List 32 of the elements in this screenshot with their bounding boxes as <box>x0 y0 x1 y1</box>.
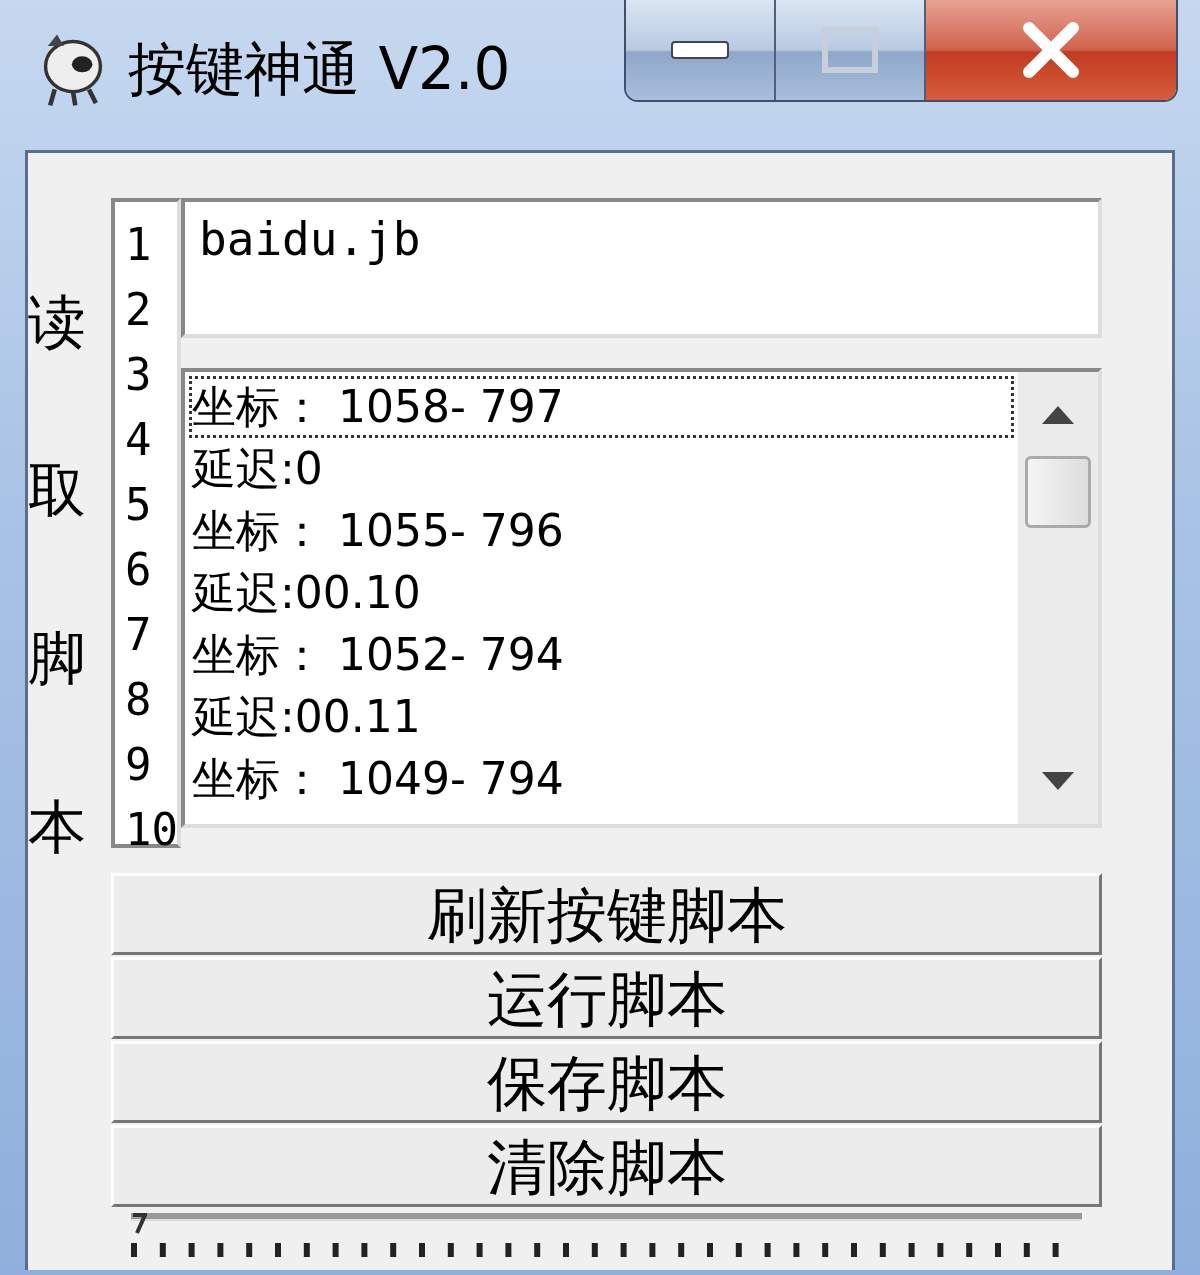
list-item[interactable]: 坐标： 1052- 794 <box>189 624 1014 686</box>
line-number: 2 <box>125 283 153 337</box>
list-item[interactable]: 坐标： 1049- 794 <box>189 748 1014 810</box>
action-button[interactable]: 运行脚本 <box>111 957 1102 1039</box>
close-icon <box>1021 22 1081 78</box>
line-number: 1 <box>125 218 153 272</box>
line-number: 9 <box>125 738 153 792</box>
action-button[interactable]: 清除脚本 <box>111 1125 1102 1207</box>
maximize-icon <box>822 27 878 73</box>
scrollbar[interactable] <box>1018 372 1098 824</box>
list-item[interactable]: 坐标： 1055- 796 <box>189 500 1014 562</box>
file-name-field[interactable]: baidu.jb <box>181 198 1102 338</box>
line-number: 8 <box>125 673 153 727</box>
minimize-icon <box>670 40 730 60</box>
line-number: 5 <box>125 478 153 532</box>
window-title: 按键神通 V2.0 <box>128 34 511 105</box>
line-number: 4 <box>125 413 153 467</box>
slider-thumb-icon[interactable] <box>131 1213 147 1235</box>
close-button[interactable] <box>926 0 1176 100</box>
line-number: 7 <box>125 608 153 662</box>
action-button[interactable]: 刷新按键脚本 <box>111 873 1102 955</box>
line-number: 6 <box>125 543 153 597</box>
minimize-button[interactable] <box>626 0 776 100</box>
line-number: 10 <box>125 803 177 857</box>
action-button[interactable]: 保存脚本 <box>111 1041 1102 1123</box>
line-number: 3 <box>125 348 153 402</box>
list-item[interactable]: 延迟:0 <box>189 438 1014 500</box>
list-item[interactable]: 延迟:00.11 <box>189 686 1014 748</box>
scrollbar-thumb[interactable] <box>1025 456 1091 528</box>
side-label: 读取脚本 <box>28 287 86 863</box>
list-item[interactable]: 坐标： 1058- 797 <box>189 376 1014 438</box>
list-item[interactable]: 延迟:00.10 <box>189 562 1014 624</box>
